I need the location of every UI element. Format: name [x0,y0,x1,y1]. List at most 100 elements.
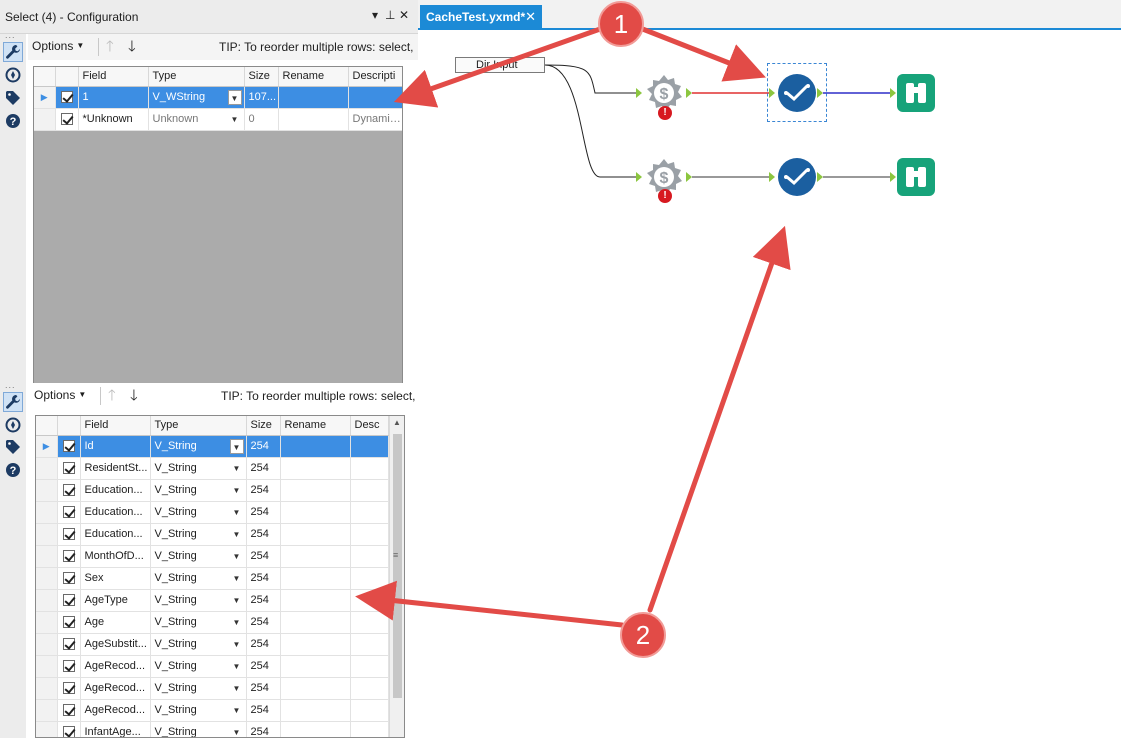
description-cell[interactable] [350,457,389,480]
rename-cell[interactable] [280,457,351,480]
move-down-icon[interactable]: 🡓 [128,36,136,61]
field-checkbox[interactable] [57,435,81,458]
col-description[interactable]: Desc [350,416,389,436]
options-button[interactable]: Options ▼ [32,39,84,53]
tag-icon[interactable] [3,437,23,457]
chevron-down-icon[interactable]: ▼ [230,615,244,630]
chevron-down-icon[interactable]: ▼ [230,549,244,564]
rename-cell[interactable] [280,655,351,678]
wrench-icon[interactable] [3,392,23,412]
move-down-icon[interactable]: 🡓 [130,385,138,410]
wrench-icon[interactable] [3,42,23,62]
rename-cell[interactable] [280,545,351,568]
select-tool-1[interactable] [778,74,816,112]
move-up-icon[interactable]: 🡑 [108,385,116,410]
table-row[interactable]: Education... V_String ▼ 254 [36,501,389,524]
description-cell[interactable] [348,86,402,109]
rename-cell[interactable] [278,108,349,131]
rename-cell[interactable] [280,699,351,722]
chevron-down-icon[interactable]: ▼ [230,637,244,652]
rename-cell[interactable] [280,479,351,502]
rename-cell[interactable] [280,501,351,524]
chevron-down-icon[interactable]: ▼ [230,681,244,696]
type-dropdown[interactable]: V_String ▼ [150,589,247,612]
rename-cell[interactable] [280,633,351,656]
field-checkbox[interactable] [57,523,81,546]
chevron-down-icon[interactable]: ▼ [230,571,244,586]
col-size[interactable]: Size [244,67,279,87]
browse-tool-2[interactable] [897,158,935,196]
type-dropdown[interactable]: V_String ▼ [150,501,247,524]
size-cell[interactable]: 254 [246,501,281,524]
col-type[interactable]: Type [150,416,247,436]
type-dropdown[interactable]: V_String ▼ [150,721,247,738]
type-dropdown[interactable]: V_String ▼ [150,457,247,480]
rename-cell[interactable] [280,721,351,737]
type-dropdown[interactable]: V_WString ▼ [148,86,245,109]
rename-cell[interactable] [280,677,351,700]
description-cell[interactable]: Dynamic o [348,108,402,131]
size-cell[interactable]: 254 [246,479,281,502]
table-row[interactable]: AgeRecod... V_String ▼ 254 [36,655,389,678]
options-button[interactable]: Options ▼ [34,388,86,402]
size-cell[interactable]: 254 [246,721,281,737]
grid-scrollbar[interactable]: ▲ ≡ [389,416,404,737]
table-row[interactable]: AgeSubstit... V_String ▼ 254 [36,633,389,656]
type-dropdown[interactable]: V_String ▼ [150,479,247,502]
rename-cell[interactable] [280,435,351,458]
description-cell[interactable] [350,435,389,458]
panel-dropdown-icon[interactable]: ▾ [372,8,378,22]
size-cell[interactable]: 254 [246,589,281,612]
field-checkbox[interactable] [55,86,79,109]
chevron-down-icon[interactable]: ▼ [230,505,244,520]
table-row[interactable]: ResidentSt... V_String ▼ 254 [36,457,389,480]
type-dropdown[interactable]: V_String ▼ [150,567,247,590]
close-panel-icon[interactable]: ✕ [399,8,409,22]
tab-cachetest[interactable]: CacheTest.yxmd* ✕ [420,5,542,30]
chevron-down-icon[interactable]: ▼ [230,461,244,476]
description-cell[interactable] [350,479,389,502]
type-dropdown[interactable]: V_String ▼ [150,699,247,722]
size-cell[interactable]: 254 [246,545,281,568]
chevron-down-icon[interactable]: ▼ [230,483,244,498]
field-checkbox[interactable] [55,108,79,131]
chevron-down-icon[interactable]: ▼ [230,725,244,738]
description-cell[interactable] [350,523,389,546]
table-row[interactable]: AgeRecod... V_String ▼ 254 [36,699,389,722]
field-checkbox[interactable] [57,655,81,678]
scroll-up-icon[interactable]: ▲ [393,418,401,427]
col-rename[interactable]: Rename [278,67,349,87]
field-checkbox[interactable] [57,677,81,700]
description-cell[interactable] [350,611,389,634]
field-checkbox[interactable] [57,479,81,502]
description-cell[interactable] [350,545,389,568]
help-icon[interactable]: ? [3,460,23,480]
field-checkbox[interactable] [57,457,81,480]
table-row[interactable]: Education... V_String ▼ 254 [36,523,389,546]
type-dropdown[interactable]: V_String ▼ [150,677,247,700]
table-row[interactable]: AgeRecod... V_String ▼ 254 [36,677,389,700]
workflow-canvas[interactable] [418,32,1121,738]
description-cell[interactable] [350,589,389,612]
rename-cell[interactable] [280,523,351,546]
rename-cell[interactable] [280,589,351,612]
type-dropdown[interactable]: V_String ▼ [150,523,247,546]
description-cell[interactable] [350,567,389,590]
col-type[interactable]: Type [148,67,245,87]
field-checkbox[interactable] [57,633,81,656]
table-row[interactable]: MonthOfD... V_String ▼ 254 [36,545,389,568]
tag-icon[interactable] [3,88,23,108]
scrollbar-thumb[interactable] [393,434,402,698]
description-cell[interactable] [350,677,389,700]
field-checkbox[interactable] [57,545,81,568]
field-checkbox[interactable] [57,699,81,722]
chevron-down-icon[interactable]: ▼ [230,703,244,718]
chevron-down-icon[interactable]: ▼ [227,89,242,105]
description-cell[interactable] [350,501,389,524]
table-row[interactable]: *Unknown Unknown ▼ 0 Dynamic o [34,108,402,131]
help-icon[interactable]: ? [3,111,23,131]
pin-icon[interactable]: ⊥ [385,8,395,22]
table-row[interactable]: InfantAge... V_String ▼ 254 [36,721,389,738]
chevron-down-icon[interactable]: ▼ [229,438,244,454]
col-size[interactable]: Size [246,416,281,436]
